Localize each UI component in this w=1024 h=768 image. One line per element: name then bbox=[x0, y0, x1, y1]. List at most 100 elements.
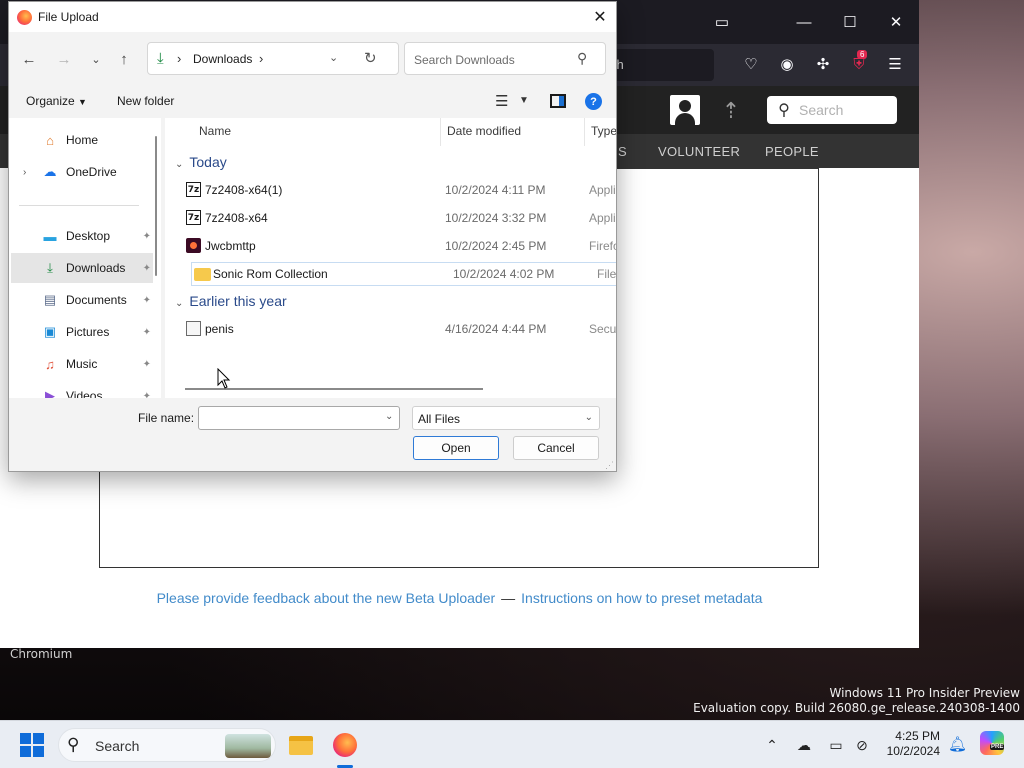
nav-item-home[interactable]: ⌂ Home bbox=[11, 125, 153, 155]
search-placeholder: Search Downloads bbox=[414, 53, 515, 67]
organize-label: Organize bbox=[26, 94, 75, 108]
taskbar-search[interactable]: ⚲ Search bbox=[58, 728, 276, 762]
feedback-link[interactable]: Please provide feedback about the new Be… bbox=[157, 590, 496, 606]
column-header-type[interactable]: Type bbox=[591, 124, 616, 138]
nav-item-desktop[interactable]: ▬ Desktop ✦ bbox=[11, 221, 153, 251]
downloads-icon: ⤓ bbox=[157, 50, 164, 67]
nav-item-volunteer[interactable]: VOLUNTEER bbox=[658, 144, 740, 159]
nav-item-partial[interactable]: S bbox=[618, 144, 627, 159]
view-options-icon[interactable]: ☰ bbox=[495, 92, 508, 110]
notification-bell-icon[interactable]: 🔔︎ bbox=[948, 735, 967, 753]
file-type: Firefox Document bbox=[589, 239, 616, 253]
file-row[interactable]: penis 4/16/2024 4:44 PM Security Certifi… bbox=[183, 317, 616, 341]
file-type-select[interactable]: All Files ⌄ bbox=[412, 406, 600, 430]
nav-item-onedrive[interactable]: › ☁ OneDrive bbox=[11, 157, 153, 187]
upload-arrow-icon[interactable]: ⇡ bbox=[720, 98, 742, 124]
system-clock[interactable]: 4:25 PM 10/2/2024 bbox=[882, 729, 940, 759]
cancel-button[interactable]: Cancel bbox=[513, 436, 599, 460]
pin-icon: ✦ bbox=[142, 326, 151, 338]
display-icon[interactable]: ▭ bbox=[826, 735, 846, 755]
show-hidden-icons-chevron-icon[interactable]: ⌃ bbox=[762, 735, 782, 755]
group-header-today[interactable]: ⌄ Today bbox=[175, 154, 227, 170]
address-dropdown-icon[interactable]: ⌄ bbox=[329, 51, 338, 64]
back-arrow-icon[interactable]: ← bbox=[19, 49, 39, 69]
instructions-link[interactable]: Instructions on how to preset metadata bbox=[521, 590, 762, 606]
open-button[interactable]: Open bbox=[413, 436, 499, 460]
file-name: 7z2408-x64 bbox=[205, 211, 268, 225]
preview-pane-icon[interactable] bbox=[550, 94, 566, 108]
chevron-down-icon: ⌄ bbox=[584, 412, 593, 423]
collapse-chevron-icon: ⌄ bbox=[175, 298, 184, 309]
dialog-close-button[interactable]: ✕ bbox=[589, 6, 611, 28]
nav-item-people[interactable]: PEOPLE bbox=[765, 144, 819, 159]
account-icon[interactable]: ◉ bbox=[776, 53, 798, 75]
file-upload-dialog: File Upload ✕ ← → ⌄ ↑ ⤓ › Downloads › ⌄ … bbox=[8, 1, 617, 472]
close-window-icon[interactable]: ✕ bbox=[882, 8, 910, 36]
organize-button[interactable]: Organize ▼ bbox=[26, 94, 87, 108]
onedrive-offline-icon[interactable]: ☁ bbox=[794, 735, 814, 755]
nav-item-downloads[interactable]: ⤓ Downloads ✦ bbox=[11, 253, 153, 283]
up-arrow-icon[interactable]: ↑ bbox=[114, 49, 134, 69]
file-date: 10/2/2024 2:45 PM bbox=[445, 239, 547, 253]
column-header-date-modified[interactable]: Date modified bbox=[447, 124, 521, 138]
help-icon[interactable]: ? bbox=[585, 93, 602, 110]
collapse-chevron-icon: ⌄ bbox=[175, 159, 184, 170]
column-header-name[interactable]: Name bbox=[199, 124, 231, 138]
pin-icon: ✦ bbox=[142, 390, 151, 399]
menu-icon[interactable]: ☰ bbox=[884, 53, 906, 75]
file-row[interactable]: 7z 7z2408-x64(1) 10/2/2024 4:11 PM Appli… bbox=[183, 178, 616, 202]
file-date: 10/2/2024 4:11 PM bbox=[445, 183, 546, 197]
file-explorer-taskbar-icon[interactable] bbox=[286, 730, 316, 760]
group-header-earlier-this-year[interactable]: ⌄ Earlier this year bbox=[175, 293, 287, 309]
view-dropdown-icon[interactable]: ▼ bbox=[519, 95, 529, 106]
network-icon[interactable]: ⊘ bbox=[852, 735, 872, 755]
start-button[interactable] bbox=[20, 733, 44, 757]
file-name-input[interactable] bbox=[198, 406, 400, 430]
minimize-icon[interactable]: — bbox=[790, 8, 818, 36]
file-name-dropdown-icon[interactable]: ⌄ bbox=[385, 411, 393, 422]
forward-arrow-icon[interactable]: → bbox=[54, 49, 74, 69]
nav-item-videos[interactable]: ▶ Videos ✦ bbox=[11, 381, 153, 398]
tab-overview-icon[interactable]: ▭ bbox=[708, 8, 736, 36]
recent-locations-chevron-icon[interactable]: ⌄ bbox=[86, 49, 106, 69]
site-search-placeholder: Search bbox=[799, 102, 844, 118]
dialog-titlebar: File Upload ✕ bbox=[9, 2, 616, 32]
nav-item-pictures[interactable]: ▣ Pictures ✦ bbox=[11, 317, 153, 347]
nav-item-label: Videos bbox=[66, 389, 103, 398]
watermark-line-build: Evaluation copy. Build 26080.ge_release.… bbox=[693, 701, 1020, 715]
refresh-icon[interactable]: ↻ bbox=[364, 49, 377, 67]
expand-chevron-icon[interactable]: › bbox=[23, 167, 26, 178]
column-divider[interactable] bbox=[584, 118, 585, 146]
user-account-icon[interactable] bbox=[670, 95, 700, 125]
breadcrumb-chevron-icon[interactable]: › bbox=[259, 51, 263, 66]
folder-icon bbox=[194, 268, 211, 281]
nav-item-music[interactable]: ♫ Music ✦ bbox=[11, 349, 153, 379]
file-row[interactable]: Sonic Rom Collection 10/2/2024 4:02 PM F… bbox=[191, 262, 616, 286]
resize-grip-icon[interactable]: ⋰ bbox=[605, 460, 614, 471]
breadcrumb-downloads[interactable]: Downloads bbox=[193, 52, 252, 66]
file-row[interactable]: Jwcbmttp 10/2/2024 2:45 PM Firefox Docum… bbox=[183, 234, 616, 258]
dialog-command-bar: Organize ▼ New folder ☰ ▼ ? bbox=[9, 86, 616, 118]
file-row[interactable]: 7z 7z2408-x64 10/2/2024 3:32 PM Applicat… bbox=[183, 206, 616, 230]
search-downloads-input[interactable]: Search Downloads ⚲ bbox=[404, 42, 606, 75]
extensions-icon[interactable]: ✣ bbox=[812, 53, 834, 75]
search-highlight-image bbox=[225, 734, 271, 758]
column-divider[interactable] bbox=[440, 118, 441, 146]
site-search-input[interactable]: ⚲ Search bbox=[767, 96, 897, 124]
nav-pane-scrollbar[interactable] bbox=[155, 136, 157, 276]
nav-item-label: Downloads bbox=[66, 261, 126, 275]
nav-item-label: Desktop bbox=[66, 229, 111, 243]
maximize-icon[interactable]: ☐ bbox=[836, 8, 864, 36]
home-icon: ⌂ bbox=[46, 132, 54, 148]
url-bar[interactable]: ch bbox=[600, 49, 714, 81]
nav-item-documents[interactable]: ▤ Documents ✦ bbox=[11, 285, 153, 315]
firefox-taskbar-icon[interactable] bbox=[330, 730, 360, 760]
new-folder-button[interactable]: New folder bbox=[117, 94, 174, 108]
file-type: Security Certificate bbox=[589, 322, 616, 336]
address-bar[interactable]: ⤓ › Downloads › ⌄ ↻ bbox=[147, 42, 399, 75]
copilot-icon[interactable]: PRE bbox=[980, 731, 1005, 755]
pocket-icon[interactable]: ♡ bbox=[740, 53, 762, 75]
firefox-document-icon bbox=[186, 238, 201, 253]
file-type: File folder bbox=[597, 267, 616, 281]
nav-divider bbox=[19, 205, 139, 206]
